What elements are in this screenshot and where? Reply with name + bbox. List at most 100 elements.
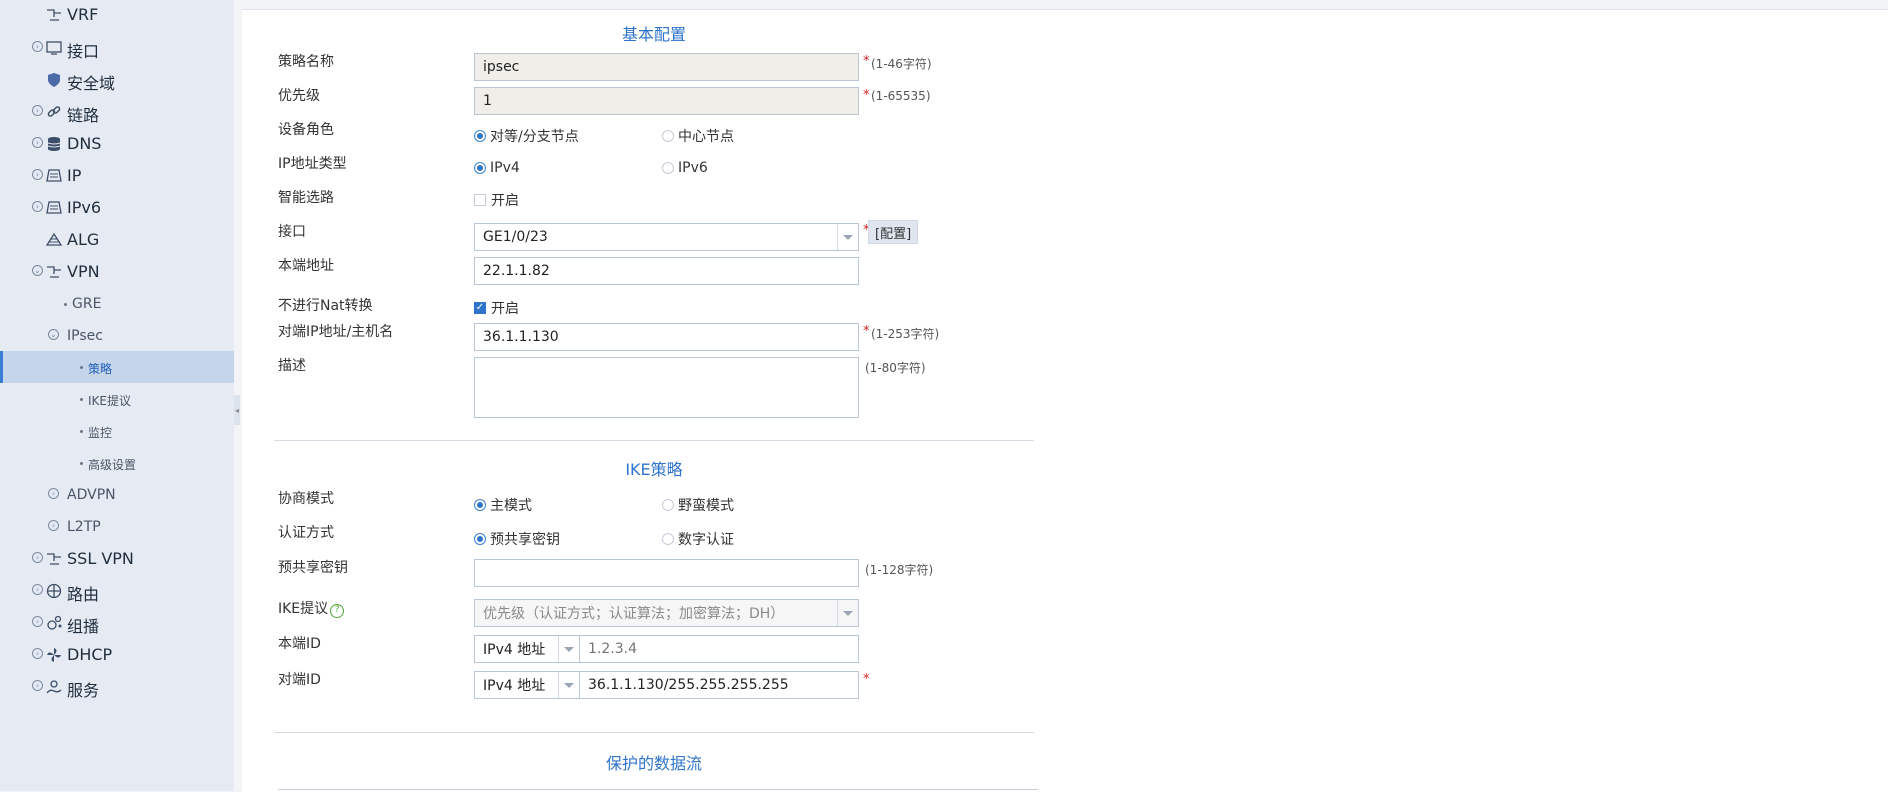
- sidebar-item-vpn[interactable]: ⌄ VPN: [0, 257, 234, 288]
- sidebar-item-gre[interactable]: GRE: [0, 289, 234, 320]
- interface-label: 接口: [278, 224, 306, 240]
- sidebar-item-label: 组播: [67, 617, 100, 636]
- expand-icon[interactable]: ›: [32, 680, 43, 691]
- sidebar-item-alg[interactable]: ALG: [0, 225, 234, 256]
- ike-proposal-label-text: IKE提议: [278, 601, 329, 617]
- sidebar-item-l2tp[interactable]: › L2TP: [0, 512, 234, 543]
- sidebar-item-vrf[interactable]: VRF: [0, 0, 234, 31]
- expand-icon[interactable]: ›: [48, 488, 59, 499]
- priority-field[interactable]: 1: [474, 87, 859, 115]
- bullet-icon: [80, 398, 83, 401]
- sidebar-item-label: 高级设置: [88, 458, 137, 472]
- radio-label: 预共享密钥: [490, 532, 560, 548]
- sidebar-item-advanced[interactable]: 高级设置: [0, 448, 234, 479]
- expand-icon[interactable]: ›: [32, 648, 43, 659]
- collapse-icon[interactable]: ⌄: [32, 265, 43, 276]
- sidebar-item-ipsec[interactable]: ⌄ IPsec: [0, 321, 234, 352]
- radio-main-mode[interactable]: 主模式: [474, 495, 532, 515]
- sidebar-item-ssl-vpn[interactable]: › SSL VPN: [0, 544, 234, 575]
- sidebar-item-ip[interactable]: › IP: [0, 161, 234, 192]
- radio-peer-branch[interactable]: 对等/分支节点: [474, 126, 579, 146]
- sidebar-item-interface[interactable]: › 接口: [0, 33, 234, 64]
- sidebar-item-monitor[interactable]: 监控: [0, 416, 234, 447]
- local-id-field[interactable]: [579, 635, 859, 663]
- auth-method-label: 认证方式: [278, 525, 334, 541]
- priority-hint: (1-65535): [871, 89, 931, 103]
- sidebar-item-multicast[interactable]: › 组播: [0, 608, 234, 639]
- radio-digital-cert[interactable]: 数字认证: [662, 529, 734, 549]
- section-title-basic: 基本配置: [621, 25, 686, 44]
- radio-label: 对等/分支节点: [490, 129, 579, 145]
- radio-aggressive-mode[interactable]: 野蛮模式: [662, 495, 734, 515]
- sidebar-item-label: SSL VPN: [67, 549, 134, 568]
- policy-name-field[interactable]: ipsec: [474, 53, 859, 81]
- expand-icon[interactable]: ›: [32, 41, 43, 52]
- radio-preshared-key[interactable]: 预共享密钥: [474, 529, 560, 549]
- collapse-icon[interactable]: ⌄: [48, 329, 59, 340]
- bullet-icon: [80, 462, 83, 465]
- peer-id-label: 对端ID: [278, 672, 321, 688]
- ike-proposal-placeholder: 优先级（认证方式；认证算法；加密算法；DH）: [483, 606, 785, 622]
- sidebar-item-ipv6[interactable]: › IPv6: [0, 193, 234, 224]
- sidebar-item-label: ADVPN: [67, 487, 116, 503]
- expand-icon[interactable]: ›: [32, 169, 43, 180]
- multicast-icon: [46, 615, 62, 631]
- peer-id-type-select[interactable]: IPv4 地址: [474, 671, 580, 699]
- sidebar-item-label: L2TP: [67, 519, 101, 535]
- preshared-key-field[interactable]: [474, 559, 859, 587]
- local-id-type-value: IPv4 地址: [483, 642, 546, 658]
- sidebar-item-label: 安全域: [67, 74, 116, 93]
- policy-form: 基本配置 策略名称 ipsec * (1-46字符) 优先级 1 * (1-65…: [242, 9, 1888, 792]
- configure-button[interactable]: [配置]: [868, 220, 919, 244]
- interface-select[interactable]: GE1/0/23: [474, 223, 859, 251]
- chevron-down-icon: [558, 636, 579, 662]
- peer-id-type-value: IPv4 地址: [483, 678, 546, 694]
- chevron-down-icon: [558, 672, 579, 698]
- sidebar-item-policy[interactable]: 策略: [0, 351, 234, 383]
- sidebar-item-service[interactable]: › 服务: [0, 672, 234, 703]
- bullet-icon: [80, 430, 83, 433]
- radio-center-node[interactable]: 中心节点: [662, 126, 734, 146]
- radio-ipv4[interactable]: IPv4: [474, 160, 520, 176]
- preshared-key-hint: (1-128字符): [865, 563, 934, 577]
- no-nat-checkbox[interactable]: ✓ 开启: [474, 298, 519, 318]
- ike-proposal-select[interactable]: 优先级（认证方式；认证算法；加密算法；DH）: [474, 599, 859, 627]
- peer-id-field[interactable]: 36.1.1.130/255.255.255.255: [579, 671, 859, 699]
- chevron-down-icon: [837, 224, 858, 250]
- radio-label: IPv4: [490, 160, 520, 176]
- peer-address-field[interactable]: 36.1.1.130: [474, 323, 859, 351]
- checkbox-label: 开启: [491, 301, 519, 317]
- radio-label: 数字认证: [678, 532, 734, 548]
- expand-icon[interactable]: ›: [48, 520, 59, 531]
- expand-icon[interactable]: ›: [32, 552, 43, 563]
- check-icon: ✓: [474, 302, 486, 314]
- expand-icon[interactable]: ›: [32, 137, 43, 148]
- help-icon[interactable]: ?: [330, 604, 345, 618]
- sidebar-item-advpn[interactable]: › ADVPN: [0, 480, 234, 511]
- ipv6-icon: [46, 200, 62, 216]
- ip-icon: [46, 168, 62, 184]
- sidebar-item-label: DHCP: [67, 645, 113, 664]
- sidebar-item-dns[interactable]: › DNS: [0, 129, 234, 160]
- local-id-type-select[interactable]: IPv4 地址: [474, 635, 580, 663]
- ssl-vpn-icon: [46, 551, 62, 567]
- local-address-field[interactable]: 22.1.1.82: [474, 257, 859, 285]
- sidebar-item-dhcp[interactable]: › DHCP: [0, 640, 234, 671]
- sidebar-collapse-handle[interactable]: ◂: [234, 395, 240, 425]
- radio-ipv6[interactable]: IPv6: [662, 160, 708, 176]
- sidebar-item-security-zone[interactable]: 安全域: [0, 65, 234, 96]
- description-field[interactable]: [474, 357, 859, 418]
- sidebar-item-ike-proposal[interactable]: IKE提议: [0, 384, 234, 415]
- sidebar-item-label: IKE提议: [88, 394, 131, 408]
- smart-route-checkbox[interactable]: 开启: [474, 190, 519, 210]
- expand-icon[interactable]: ›: [32, 584, 43, 595]
- sidebar-item-routing[interactable]: › 路由: [0, 576, 234, 607]
- expand-icon[interactable]: ›: [32, 201, 43, 212]
- sidebar-item-link[interactable]: › 链路: [0, 97, 234, 128]
- expand-icon[interactable]: ›: [32, 616, 43, 627]
- divider: [274, 440, 1034, 441]
- bullet-icon: [64, 303, 67, 306]
- link-icon: [46, 104, 62, 120]
- expand-icon[interactable]: ›: [32, 105, 43, 116]
- device-role-label: 设备角色: [278, 122, 334, 138]
